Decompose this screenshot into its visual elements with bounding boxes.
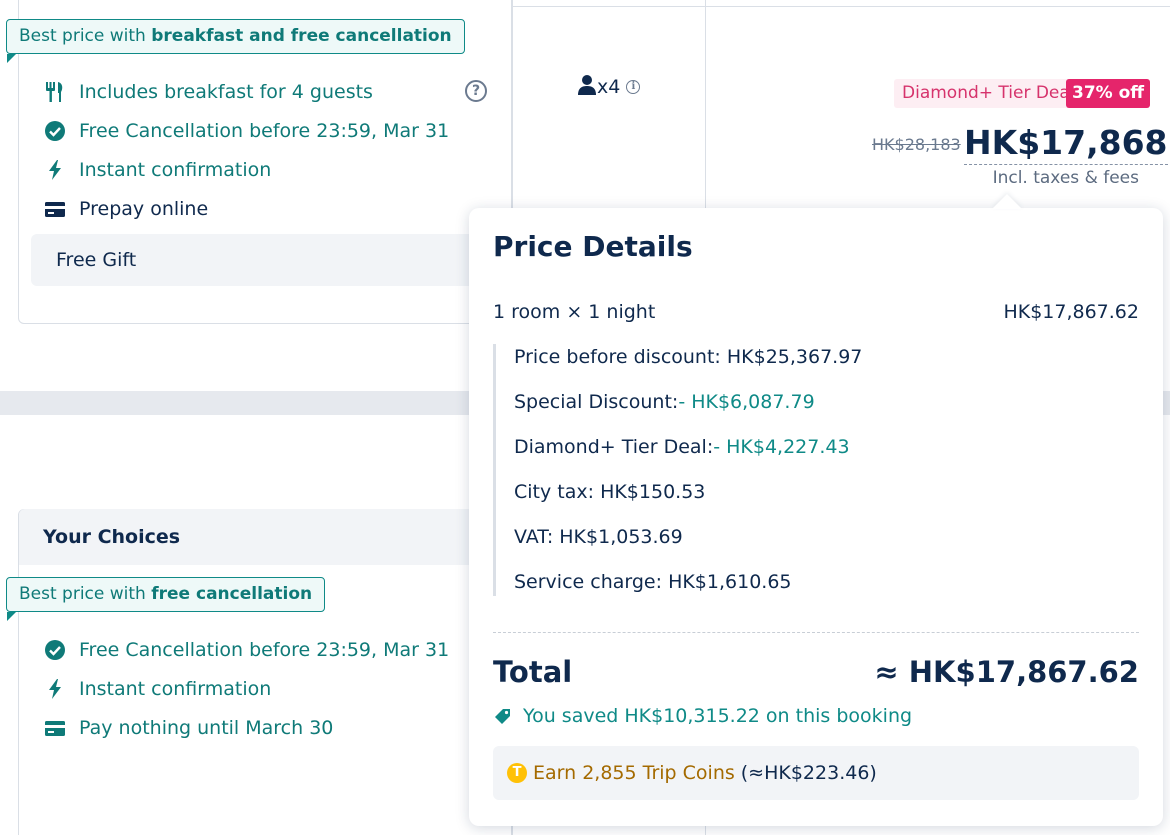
feature-free-cancellation: Free Cancellation before 23:59, Mar 31 [44, 117, 449, 145]
savings-line: You saved HK$10,315.22 on this booking [493, 705, 912, 727]
feature-free-cancellation: Free Cancellation before 23:59, Mar 31 [44, 636, 449, 664]
ribbon-tail [7, 612, 16, 621]
feature-pay-later: Pay nothing until March 30 [44, 714, 333, 742]
trip-coins-box: T Earn 2,855 Trip Coins (≈HK$223.46) [493, 746, 1139, 800]
feature-breakfast: Includes breakfast for 4 guests [44, 78, 373, 106]
price-details-popup: Price Details 1 room × 1 night HK$17,867… [469, 208, 1163, 826]
cutlery-icon [44, 81, 66, 103]
check-circle-icon [44, 639, 66, 661]
trip-coins-equivalent: (≈HK$223.46) [740, 762, 877, 784]
feature-prepay-online: Prepay online [44, 195, 208, 223]
breakdown-bar [493, 344, 496, 596]
price-tag-icon [493, 706, 513, 726]
guest-count: x4 i [577, 74, 641, 101]
credit-card-icon [44, 717, 66, 739]
room-night-label: 1 room × 1 night [493, 301, 656, 323]
row-divider [705, 6, 1170, 7]
feature-instant-confirmation: Instant confirmation [44, 156, 271, 184]
credit-card-icon [44, 198, 66, 220]
feature-instant-confirmation: Instant confirmation [44, 675, 271, 703]
price-note: Incl. taxes & fees [992, 168, 1139, 188]
check-circle-icon [44, 120, 66, 142]
tier-deal-tag: Diamond+ Tier Deal [894, 79, 1083, 108]
breakdown-city-tax: City tax: HK$150.53 [514, 481, 706, 503]
free-gift-box[interactable]: Free Gift [31, 234, 481, 286]
room-night-value: HK$17,867.62 [1003, 301, 1139, 323]
row-divider [512, 6, 705, 7]
dashed-divider [493, 632, 1139, 633]
breakdown-service-charge: Service charge: HK$1,610.65 [514, 571, 792, 593]
breakdown-vat: VAT: HK$1,053.69 [514, 526, 683, 548]
best-price-ribbon: Best price with breakfast and free cance… [6, 19, 465, 54]
lightning-icon [44, 159, 66, 181]
info-icon[interactable]: i [626, 80, 641, 94]
discount-badge: 37% off [1066, 79, 1151, 108]
best-price-ribbon: Best price with free cancellation [6, 577, 326, 612]
total-label: Total [493, 655, 573, 689]
breakdown-special-discount: Special Discount:- HK$6,087.79 [514, 391, 815, 413]
popup-title: Price Details [493, 230, 693, 263]
help-icon[interactable]: ? [465, 80, 487, 102]
current-price[interactable]: HK$17,868 [964, 122, 1168, 165]
popup-arrow [992, 194, 1022, 209]
trip-coins-text: Earn 2,855 Trip Coins [533, 762, 735, 784]
original-price: HK$28,183 [872, 135, 961, 154]
trip-coin-icon: T [507, 763, 527, 783]
ribbon-tail [7, 54, 16, 63]
lightning-icon [44, 678, 66, 700]
your-choices-header: Your Choices [19, 509, 489, 565]
total-value: ≈ HK$17,867.62 [874, 655, 1139, 689]
breakdown-tier-deal: Diamond+ Tier Deal:- HK$4,227.43 [514, 436, 850, 458]
person-icon [577, 74, 597, 101]
breakdown-price-before-discount: Price before discount: HK$25,367.97 [514, 346, 863, 368]
